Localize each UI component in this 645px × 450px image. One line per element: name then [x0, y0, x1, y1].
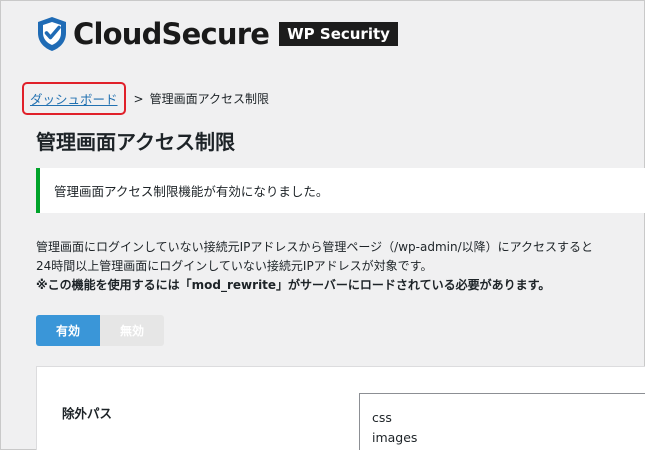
breadcrumb-separator: >: [133, 91, 144, 106]
site-logo[interactable]: CloudSecure WP Security: [35, 14, 398, 54]
description-line-2: 24時間以上管理画面にログインしていない接続元IPアドレスが対象です。: [36, 259, 433, 273]
page-title: 管理画面アクセス制限: [36, 130, 235, 154]
description-warning: ※この機能を使用するには「mod_rewrite」がサーバーにロードされている必…: [36, 278, 551, 292]
product-badge: WP Security: [279, 22, 398, 46]
breadcrumb: ダッシュボード > 管理画面アクセス制限: [22, 82, 269, 115]
exclude-path-item: css: [372, 410, 392, 425]
toggle-disable-button[interactable]: 無効: [100, 315, 164, 346]
success-notice: 管理画面アクセス制限機能が有効になりました。: [36, 168, 645, 213]
exclude-paths-label: 除外パス: [62, 406, 113, 421]
breadcrumb-dashboard-link[interactable]: ダッシュボード: [22, 82, 126, 115]
toggle-enable-button[interactable]: 有効: [36, 315, 100, 346]
exclude-path-item: images: [372, 430, 418, 445]
breadcrumb-current: 管理画面アクセス制限: [149, 92, 269, 106]
feature-description: 管理画面にログインしていない接続元IPアドレスから管理ページ（/wp-admin…: [36, 238, 645, 295]
description-line-1: 管理画面にログインしていない接続元IPアドレスから管理ページ（/wp-admin…: [36, 240, 594, 254]
settings-card: 除外パス css images: [36, 366, 645, 450]
exclude-paths-textarea[interactable]: css images: [359, 393, 645, 450]
shield-check-icon: [38, 17, 66, 51]
feature-toggle: 有効 無効: [36, 315, 164, 346]
notice-message: 管理画面アクセス制限機能が有効になりました。: [54, 184, 329, 199]
brand-name: CloudSecure: [73, 17, 270, 51]
